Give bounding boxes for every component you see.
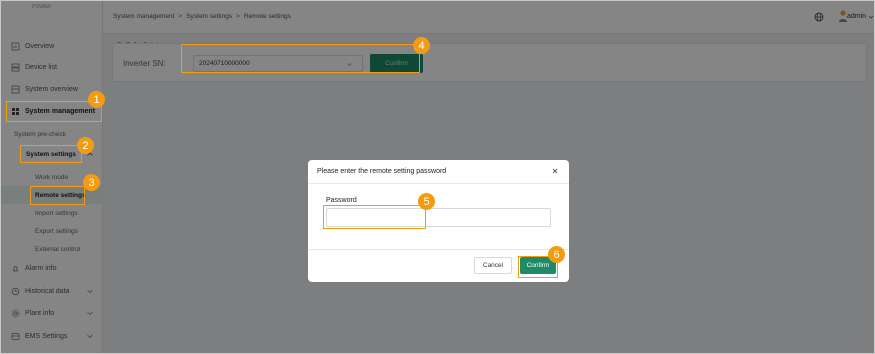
close-icon[interactable] bbox=[551, 167, 559, 175]
cancel-button[interactable]: Cancel bbox=[474, 257, 512, 274]
dialog-divider bbox=[308, 249, 569, 250]
callout-badge-1: 1 bbox=[88, 91, 105, 108]
dialog-divider bbox=[308, 183, 569, 184]
callout-highlight-4 bbox=[181, 44, 420, 73]
callout-badge-6: 6 bbox=[548, 246, 565, 263]
callout-highlight-3 bbox=[30, 186, 85, 205]
callout-badge-2: 2 bbox=[77, 137, 94, 154]
callout-highlight-2 bbox=[20, 145, 82, 163]
callout-badge-3: 3 bbox=[83, 174, 100, 191]
callout-highlight-1 bbox=[6, 101, 102, 122]
dialog-title: Please enter the remote setting password bbox=[317, 168, 447, 175]
password-label: Password bbox=[326, 197, 357, 204]
callout-highlight-5 bbox=[323, 205, 426, 229]
callout-badge-4: 4 bbox=[413, 37, 430, 54]
callout-badge-5: 5 bbox=[418, 193, 435, 210]
